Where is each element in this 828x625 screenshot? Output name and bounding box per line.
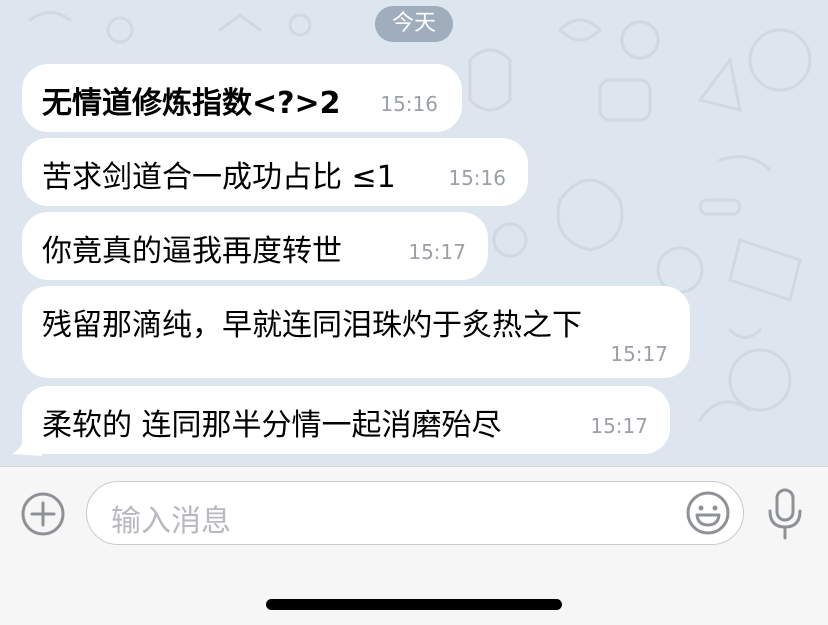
message-bubble[interactable]: 无情道修炼指数<?>2 15:16 <box>22 64 462 132</box>
message-time: 15:17 <box>610 342 668 366</box>
message-time: 15:17 <box>590 414 648 438</box>
message-text: 苦求剑道合一成功占比 ≤1 <box>42 160 396 195</box>
message-bubble[interactable]: 你竟真的逼我再度转世 15:17 <box>22 212 488 280</box>
message-time: 15:16 <box>380 92 438 116</box>
plus-circle-icon[interactable] <box>20 491 66 537</box>
message-bubble[interactable]: 柔软的 连同那半分情一起消磨殆尽 15:17 <box>22 386 670 454</box>
message-composer: 输入消息 <box>0 466 828 625</box>
message-text: 你竟真的逼我再度转世 <box>42 234 342 269</box>
smiley-face-icon[interactable] <box>685 490 731 536</box>
home-indicator[interactable] <box>266 599 562 610</box>
input-placeholder: 输入消息 <box>111 504 231 539</box>
message-text: 无情道修炼指数<?>2 <box>42 86 341 121</box>
message-bubble[interactable]: 残留那滴纯，早就连同泪珠灼于炙热之下 15:17 <box>22 286 690 378</box>
message-text: 柔软的 连同那半分情一起消磨殆尽 <box>42 408 502 443</box>
microphone-icon[interactable] <box>764 487 806 541</box>
message-time: 15:17 <box>408 240 466 264</box>
message-bubble[interactable]: 苦求剑道合一成功占比 ≤1 15:16 <box>22 138 528 206</box>
message-time: 15:16 <box>448 166 506 190</box>
message-input[interactable]: 输入消息 <box>86 481 744 545</box>
message-text: 残留那滴纯，早就连同泪珠灼于炙热之下 <box>42 308 582 343</box>
chat-area[interactable]: 今天 无情道修炼指数<?>2 15:16 苦求剑道合一成功占比 ≤1 15:16… <box>0 0 828 466</box>
date-separator: 今天 <box>375 6 453 42</box>
